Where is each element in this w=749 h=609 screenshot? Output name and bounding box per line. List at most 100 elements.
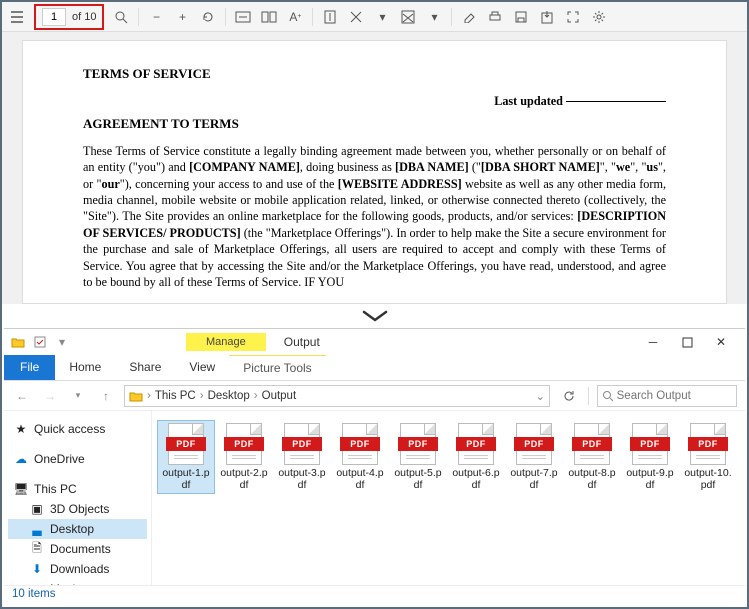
page-number-input[interactable]	[42, 8, 66, 26]
search-box[interactable]	[597, 385, 737, 407]
search-icon	[602, 390, 613, 402]
fit-width-icon[interactable]	[234, 8, 252, 26]
doc-title: TERMS OF SERVICE	[83, 65, 666, 83]
pdf-file-icon: PDF	[400, 423, 436, 465]
body-paragraph: These Terms of Service constitute a lega…	[83, 143, 666, 291]
recent-dropdown[interactable]: ▾	[68, 386, 88, 406]
sidebar-toggle-icon[interactable]	[8, 8, 26, 26]
up-button[interactable]: ↑	[96, 386, 116, 406]
maximize-button[interactable]	[677, 332, 697, 352]
file-item[interactable]: PDFoutput-5.pdf	[390, 421, 446, 493]
rotate-icon[interactable]	[199, 8, 217, 26]
file-item[interactable]: PDFoutput-4.pdf	[332, 421, 388, 493]
pdf-file-icon: PDF	[574, 423, 610, 465]
file-name: output-5.pdf	[394, 467, 441, 491]
forward-button[interactable]: →	[40, 386, 60, 406]
crumb-output[interactable]: Output	[262, 390, 297, 402]
ribbon-context-tab[interactable]: Manage	[186, 333, 266, 351]
folder-icon	[10, 334, 26, 350]
status-bar: 10 items	[4, 585, 745, 605]
pdf-file-icon: PDF	[226, 423, 262, 465]
file-item[interactable]: PDFoutput-9.pdf	[622, 421, 678, 493]
ribbon-picture-tools[interactable]: Picture Tools	[229, 355, 325, 380]
pdf-viewport[interactable]: TERMS OF SERVICE Last updated AGREEMENT …	[2, 32, 747, 304]
file-item[interactable]: PDFoutput-2.pdf	[216, 421, 272, 493]
dropdown-icon[interactable]: ▾	[54, 334, 70, 350]
cube-icon: ▣	[30, 502, 44, 516]
sidebar-3d-objects[interactable]: ▣3D Objects	[8, 499, 147, 519]
history-dropdown-icon[interactable]: ⌄	[535, 389, 545, 403]
back-button[interactable]: ←	[12, 386, 32, 406]
checkbox-icon[interactable]	[32, 334, 48, 350]
sidebar-this-pc[interactable]: 🖥This PC	[8, 479, 147, 499]
dropdown-icon[interactable]: ▾	[373, 8, 391, 26]
refresh-button[interactable]	[558, 385, 580, 407]
star-icon: ★	[14, 422, 28, 436]
sidebar-quick-access[interactable]: ★Quick access	[8, 419, 147, 439]
print-icon[interactable]	[486, 8, 504, 26]
highlight-icon[interactable]	[347, 8, 365, 26]
last-updated: Last updated	[83, 93, 666, 109]
page-indicator-highlight: of 10	[34, 4, 104, 30]
ribbon-view[interactable]: View	[175, 355, 229, 380]
sidebar-desktop[interactable]: ▃Desktop	[8, 519, 147, 539]
save-icon[interactable]	[512, 8, 530, 26]
ribbon-file[interactable]: File	[4, 355, 55, 380]
sidebar-documents[interactable]: 🗎Documents	[8, 539, 147, 559]
file-grid[interactable]: PDFoutput-1.pdfPDFoutput-2.pdfPDFoutput-…	[152, 411, 745, 585]
separator	[138, 8, 139, 26]
file-item[interactable]: PDFoutput-3.pdf	[274, 421, 330, 493]
search-icon[interactable]	[112, 8, 130, 26]
downloads-icon: ⬇	[30, 562, 44, 576]
sidebar-onedrive[interactable]: ☁OneDrive	[8, 449, 147, 469]
file-name: output-7.pdf	[510, 467, 557, 491]
breadcrumb[interactable]: › This PC › Desktop › Output ⌄	[124, 385, 550, 407]
export-icon[interactable]	[538, 8, 556, 26]
text-size-icon[interactable]: A+	[286, 8, 304, 26]
ribbon-home[interactable]: Home	[55, 355, 115, 380]
erase-icon[interactable]	[460, 8, 478, 26]
zoom-out-icon[interactable]: −	[147, 8, 165, 26]
ribbon-share[interactable]: Share	[115, 355, 175, 380]
dropdown-icon[interactable]: ▾	[425, 8, 443, 26]
pdf-file-icon: PDF	[284, 423, 320, 465]
file-item[interactable]: PDFoutput-6.pdf	[448, 421, 504, 493]
explorer-body: ★Quick access ☁OneDrive 🖥This PC ▣3D Obj…	[4, 411, 745, 585]
file-name: output-10.pdf	[684, 467, 731, 491]
underline-icon[interactable]	[399, 8, 417, 26]
folder-icon	[129, 389, 143, 403]
file-name: output-4.pdf	[336, 467, 383, 491]
crumb-thispc[interactable]: This PC	[155, 390, 196, 402]
search-input[interactable]	[617, 390, 732, 402]
fullscreen-icon[interactable]	[564, 8, 582, 26]
address-bar-row: ← → ▾ ↑ › This PC › Desktop › Output ⌄	[4, 381, 745, 411]
sidebar-downloads[interactable]: ⬇Downloads	[8, 559, 147, 579]
pdf-page: TERMS OF SERVICE Last updated AGREEMENT …	[22, 40, 727, 304]
window-title: Output	[284, 335, 320, 349]
file-name: output-6.pdf	[452, 467, 499, 491]
pdf-file-icon: PDF	[458, 423, 494, 465]
crumb-desktop[interactable]: Desktop	[208, 390, 250, 402]
file-item[interactable]: PDFoutput-10.pdf	[680, 421, 736, 493]
file-explorer: ▾ Manage Output ─ ✕ File Home Share View…	[4, 328, 745, 605]
text-select-icon[interactable]	[321, 8, 339, 26]
expand-chevron[interactable]	[2, 304, 747, 328]
pdf-file-icon: PDF	[690, 423, 726, 465]
ribbon-tabs: File Home Share View Picture Tools	[4, 355, 745, 381]
file-name: output-3.pdf	[278, 467, 325, 491]
separator	[451, 8, 452, 26]
minimize-button[interactable]: ─	[643, 332, 663, 352]
close-button[interactable]: ✕	[711, 332, 731, 352]
page-layout-icon[interactable]	[260, 8, 278, 26]
zoom-in-icon[interactable]: +	[173, 8, 191, 26]
pc-icon: 🖥	[14, 482, 28, 496]
file-item[interactable]: PDFoutput-7.pdf	[506, 421, 562, 493]
pdf-file-icon: PDF	[516, 423, 552, 465]
pdf-file-icon: PDF	[632, 423, 668, 465]
documents-icon: 🗎	[30, 542, 44, 556]
separator	[588, 387, 589, 405]
settings-icon[interactable]	[590, 8, 608, 26]
file-item[interactable]: PDFoutput-1.pdf	[158, 421, 214, 493]
file-item[interactable]: PDFoutput-8.pdf	[564, 421, 620, 493]
separator	[312, 8, 313, 26]
